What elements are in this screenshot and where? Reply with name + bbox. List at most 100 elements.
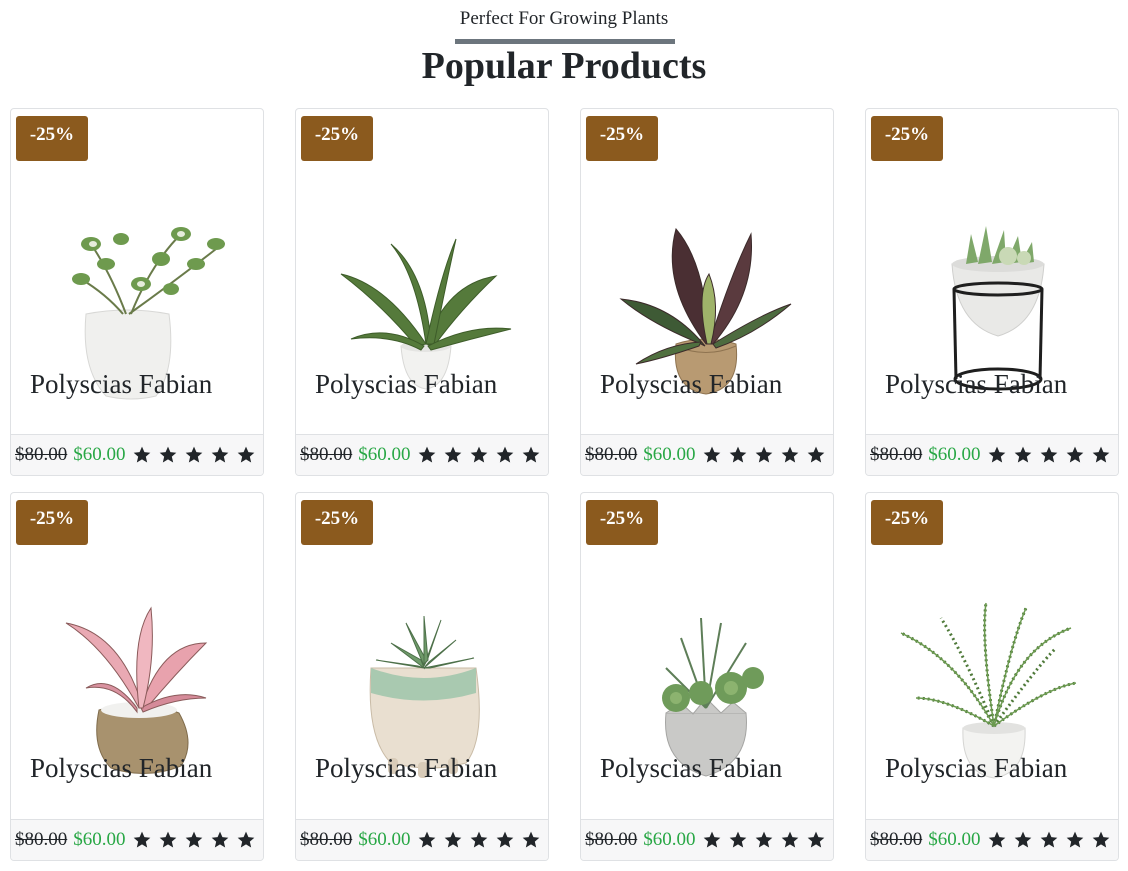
- discount-badge: -25%: [301, 500, 373, 545]
- star-icon: [418, 446, 435, 463]
- discount-badge: -25%: [871, 116, 943, 161]
- rating-stars: [132, 830, 256, 850]
- discount-badge: -25%: [586, 500, 658, 545]
- old-price: $80.00: [300, 444, 353, 465]
- star-icon: [470, 446, 487, 463]
- product-card[interactable]: -25% Polyscias Fabian $80.00 $60.00: [10, 108, 264, 476]
- star-icon: [1092, 446, 1109, 463]
- product-card[interactable]: -25% Polyscias Fabian $80.00 $60.00: [295, 492, 549, 861]
- rating-stars: [702, 445, 826, 465]
- product-footer: $80.00 $60.00: [11, 434, 263, 475]
- star-icon: [755, 831, 772, 848]
- section-subtitle: Perfect For Growing Plants: [459, 8, 669, 29]
- product-image[interactable]: [866, 548, 1118, 788]
- product-name[interactable]: Polyscias Fabian: [600, 753, 782, 784]
- star-icon: [781, 831, 798, 848]
- star-icon: [133, 831, 150, 848]
- star-icon: [237, 831, 254, 848]
- star-icon: [211, 831, 228, 848]
- old-price: $80.00: [300, 829, 353, 850]
- rating-stars: [987, 830, 1111, 850]
- old-price: $80.00: [585, 444, 638, 465]
- product-card[interactable]: -25% Polyscias Fabian $80.00 $60.00: [10, 492, 264, 861]
- sale-price: $60.00: [358, 444, 411, 465]
- rating-stars: [417, 445, 541, 465]
- sale-price: $60.00: [928, 444, 981, 465]
- rating-stars: [132, 445, 256, 465]
- product-name[interactable]: Polyscias Fabian: [30, 369, 212, 400]
- product-footer: $80.00 $60.00: [581, 819, 833, 860]
- star-icon: [185, 446, 202, 463]
- product-footer: $80.00 $60.00: [866, 434, 1118, 475]
- star-icon: [781, 446, 798, 463]
- sale-price: $60.00: [643, 444, 696, 465]
- sale-price: $60.00: [73, 829, 126, 850]
- star-icon: [988, 446, 1005, 463]
- star-icon: [159, 831, 176, 848]
- product-card[interactable]: -25% Polyscias Fabian $80.00 $60.00: [295, 108, 549, 476]
- discount-badge: -25%: [586, 116, 658, 161]
- product-card[interactable]: -25% Polyscias Fabian $80.00 $60.00: [580, 108, 834, 476]
- sale-price: $60.00: [643, 829, 696, 850]
- star-icon: [729, 831, 746, 848]
- product-footer: $80.00 $60.00: [581, 434, 833, 475]
- star-icon: [1040, 831, 1057, 848]
- product-image[interactable]: [11, 164, 263, 404]
- star-icon: [1014, 446, 1031, 463]
- star-icon: [522, 831, 539, 848]
- star-icon: [496, 446, 513, 463]
- star-icon: [237, 446, 254, 463]
- product-image[interactable]: [296, 548, 548, 788]
- product-footer: $80.00 $60.00: [11, 819, 263, 860]
- star-icon: [703, 831, 720, 848]
- old-price: $80.00: [15, 444, 68, 465]
- star-icon: [444, 831, 461, 848]
- discount-badge: -25%: [871, 500, 943, 545]
- rating-stars: [987, 445, 1111, 465]
- product-image[interactable]: [581, 164, 833, 404]
- product-footer: $80.00 $60.00: [296, 819, 548, 860]
- star-icon: [1040, 446, 1057, 463]
- star-icon: [470, 831, 487, 848]
- product-footer: $80.00 $60.00: [866, 819, 1118, 860]
- product-name[interactable]: Polyscias Fabian: [315, 369, 497, 400]
- product-name[interactable]: Polyscias Fabian: [600, 369, 782, 400]
- product-image[interactable]: [581, 548, 833, 788]
- star-icon: [729, 446, 746, 463]
- old-price: $80.00: [870, 444, 923, 465]
- sale-price: $60.00: [358, 829, 411, 850]
- star-icon: [133, 446, 150, 463]
- star-icon: [444, 446, 461, 463]
- rating-stars: [417, 830, 541, 850]
- product-name[interactable]: Polyscias Fabian: [885, 369, 1067, 400]
- product-name[interactable]: Polyscias Fabian: [315, 753, 497, 784]
- star-icon: [755, 446, 772, 463]
- star-icon: [211, 446, 228, 463]
- star-icon: [185, 831, 202, 848]
- product-image[interactable]: [11, 548, 263, 788]
- star-icon: [1066, 446, 1083, 463]
- product-name[interactable]: Polyscias Fabian: [30, 753, 212, 784]
- rating-stars: [702, 830, 826, 850]
- product-image[interactable]: [866, 164, 1118, 404]
- discount-badge: -25%: [16, 500, 88, 545]
- product-footer: $80.00 $60.00: [296, 434, 548, 475]
- old-price: $80.00: [870, 829, 923, 850]
- star-icon: [807, 831, 824, 848]
- sale-price: $60.00: [928, 829, 981, 850]
- star-icon: [1014, 831, 1031, 848]
- product-image[interactable]: [296, 164, 548, 404]
- star-icon: [1066, 831, 1083, 848]
- star-icon: [988, 831, 1005, 848]
- star-icon: [522, 446, 539, 463]
- discount-badge: -25%: [16, 116, 88, 161]
- star-icon: [159, 446, 176, 463]
- discount-badge: -25%: [301, 116, 373, 161]
- old-price: $80.00: [585, 829, 638, 850]
- product-card[interactable]: -25% Polyscias Fabian $80.00 $60.00: [865, 492, 1119, 861]
- product-card[interactable]: -25% Polyscias Fabian $80.00 $60.00: [865, 108, 1119, 476]
- star-icon: [496, 831, 513, 848]
- star-icon: [703, 446, 720, 463]
- product-name[interactable]: Polyscias Fabian: [885, 753, 1067, 784]
- product-card[interactable]: -25% Polyscias Fabian $80.00 $60.00: [580, 492, 834, 861]
